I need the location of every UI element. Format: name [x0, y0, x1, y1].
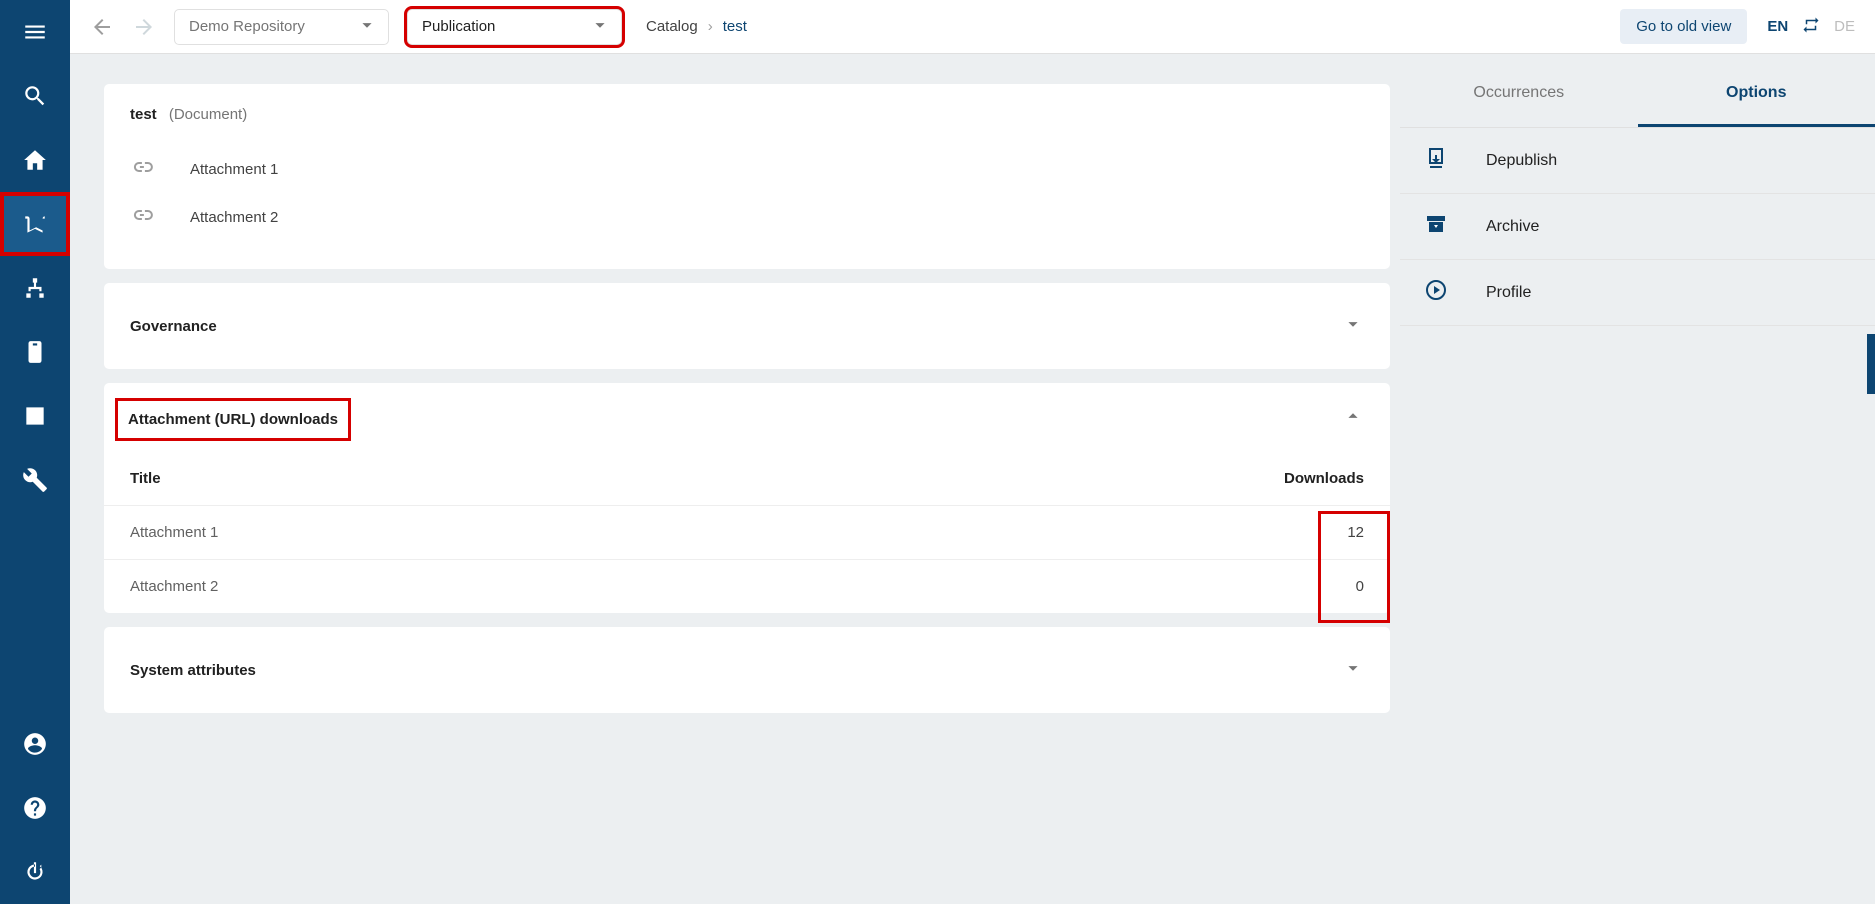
tab-options[interactable]: Options	[1638, 84, 1875, 127]
document-card: test (Document) Attachment 1 Attachment …	[104, 84, 1390, 269]
option-label: Archive	[1486, 218, 1539, 236]
settings-nav[interactable]	[0, 448, 70, 512]
system-attributes-title: System attributes	[130, 662, 256, 679]
repository-dropdown-label: Demo Repository	[189, 18, 305, 35]
catalog-nav[interactable]	[0, 192, 70, 256]
table-row: Attachment 1 12	[104, 506, 1390, 560]
depublish-icon	[1424, 146, 1448, 175]
chevron-down-icon	[356, 14, 378, 40]
chevron-down-icon	[589, 14, 611, 40]
col-downloads: Downloads	[767, 452, 1390, 506]
right-panel: Occurrences Options Depublish Archive Pr…	[1400, 54, 1875, 904]
document-title: test	[130, 106, 157, 123]
profile-icon	[1424, 278, 1448, 307]
breadcrumb: Catalog › test	[646, 18, 747, 35]
sidebar	[0, 0, 70, 904]
option-label: Profile	[1486, 284, 1531, 302]
old-view-button[interactable]: Go to old view	[1620, 9, 1747, 44]
downloads-table: Title Downloads Attachment 1 12 Attachme…	[104, 452, 1390, 613]
cell-title: Attachment 2	[104, 560, 767, 614]
archive-icon	[1424, 212, 1448, 241]
language-switcher: EN DE	[1767, 16, 1855, 38]
repository-dropdown[interactable]: Demo Repository	[174, 9, 389, 45]
breadcrumb-current[interactable]: test	[723, 18, 747, 35]
stage-dropdown[interactable]: Publication	[407, 9, 622, 45]
hierarchy-nav[interactable]	[0, 256, 70, 320]
nav-forward	[132, 15, 156, 39]
chevron-down-icon	[1342, 313, 1364, 339]
option-label: Depublish	[1486, 152, 1557, 170]
dashboard-nav[interactable]	[0, 384, 70, 448]
link-icon	[130, 155, 154, 183]
home-nav[interactable]	[0, 128, 70, 192]
document-header: test (Document)	[104, 84, 1390, 145]
scroll-indicator	[1867, 334, 1875, 394]
governance-title: Governance	[130, 318, 217, 335]
link-icon	[130, 203, 154, 231]
cell-title: Attachment 1	[104, 506, 767, 560]
option-depublish[interactable]: Depublish	[1400, 128, 1875, 194]
governance-section: Governance	[104, 283, 1390, 369]
power-nav[interactable]	[0, 840, 70, 904]
right-tabs: Occurrences Options	[1400, 84, 1875, 128]
lang-inactive[interactable]: DE	[1834, 18, 1855, 35]
search-nav[interactable]	[0, 64, 70, 128]
lang-active[interactable]: EN	[1767, 18, 1788, 35]
center-column: test (Document) Attachment 1 Attachment …	[70, 54, 1400, 904]
cell-count: 12	[767, 506, 1390, 560]
attachment-label: Attachment 1	[190, 161, 278, 178]
col-title: Title	[104, 452, 767, 506]
attachment-label: Attachment 2	[190, 209, 278, 226]
option-profile[interactable]: Profile	[1400, 260, 1875, 326]
chevron-up-icon[interactable]	[1342, 405, 1364, 431]
cell-count: 0	[767, 560, 1390, 614]
swap-icon[interactable]	[1802, 16, 1820, 38]
governance-toggle[interactable]: Governance	[104, 283, 1390, 369]
document-type: (Document)	[169, 106, 247, 123]
system-attributes-section: System attributes	[104, 627, 1390, 713]
attachment-item[interactable]: Attachment 2	[130, 193, 1364, 241]
attachment-downloads-section: Attachment (URL) downloads Title Downloa…	[104, 383, 1390, 613]
user-nav[interactable]	[0, 712, 70, 776]
chevron-down-icon	[1342, 657, 1364, 683]
table-row: Attachment 2 0	[104, 560, 1390, 614]
stage-dropdown-label: Publication	[422, 18, 495, 35]
topbar: Demo Repository Publication Catalog › te…	[70, 0, 1875, 54]
main: Demo Repository Publication Catalog › te…	[70, 0, 1875, 904]
help-nav[interactable]	[0, 776, 70, 840]
hamburger-menu[interactable]	[0, 0, 70, 64]
option-archive[interactable]: Archive	[1400, 194, 1875, 260]
attachment-item[interactable]: Attachment 1	[130, 145, 1364, 193]
attachment-downloads-title: Attachment (URL) downloads	[118, 401, 348, 438]
system-attributes-toggle[interactable]: System attributes	[104, 627, 1390, 713]
tab-occurrences[interactable]: Occurrences	[1400, 84, 1638, 127]
breadcrumb-root[interactable]: Catalog	[646, 18, 698, 35]
clipboard-nav[interactable]	[0, 320, 70, 384]
chevron-right-icon: ›	[708, 18, 713, 35]
nav-back[interactable]	[90, 15, 114, 39]
